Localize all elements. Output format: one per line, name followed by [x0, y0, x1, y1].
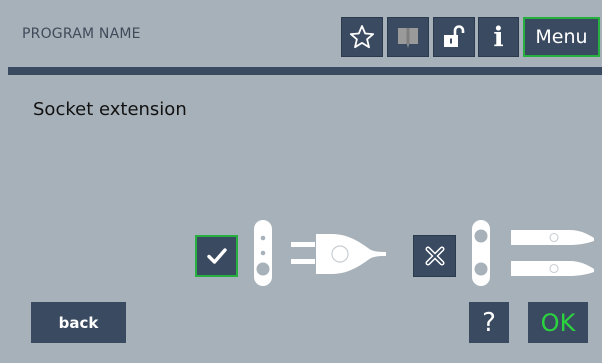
plug-with-extension-illustration — [254, 220, 386, 286]
back-button[interactable]: back — [31, 302, 126, 343]
check-icon — [206, 248, 227, 264]
program-name: PROGRAM NAME — [22, 26, 141, 42]
page-title: Socket extension — [33, 99, 187, 120]
option-without-extension-checkbox[interactable] — [413, 235, 456, 277]
screen: PROGRAM NAME i Menu Socket extension bac… — [0, 0, 602, 363]
info-button[interactable]: i — [478, 17, 519, 57]
plug-without-extension-illustration — [472, 220, 594, 286]
book-button[interactable] — [387, 17, 429, 57]
menu-button[interactable]: Menu — [523, 17, 600, 57]
header: PROGRAM NAME i Menu — [0, 0, 602, 68]
cross-icon — [425, 246, 444, 266]
lock-button[interactable] — [433, 17, 475, 57]
info-icon: i — [493, 21, 504, 53]
header-divider — [8, 67, 602, 75]
ok-button[interactable]: OK — [528, 302, 588, 343]
book-icon — [398, 28, 418, 48]
star-icon — [349, 25, 375, 49]
help-button[interactable]: ? — [469, 302, 509, 343]
unlock-icon — [444, 25, 465, 47]
favorite-button[interactable] — [341, 17, 383, 57]
option-with-extension-checkbox[interactable] — [195, 235, 238, 277]
